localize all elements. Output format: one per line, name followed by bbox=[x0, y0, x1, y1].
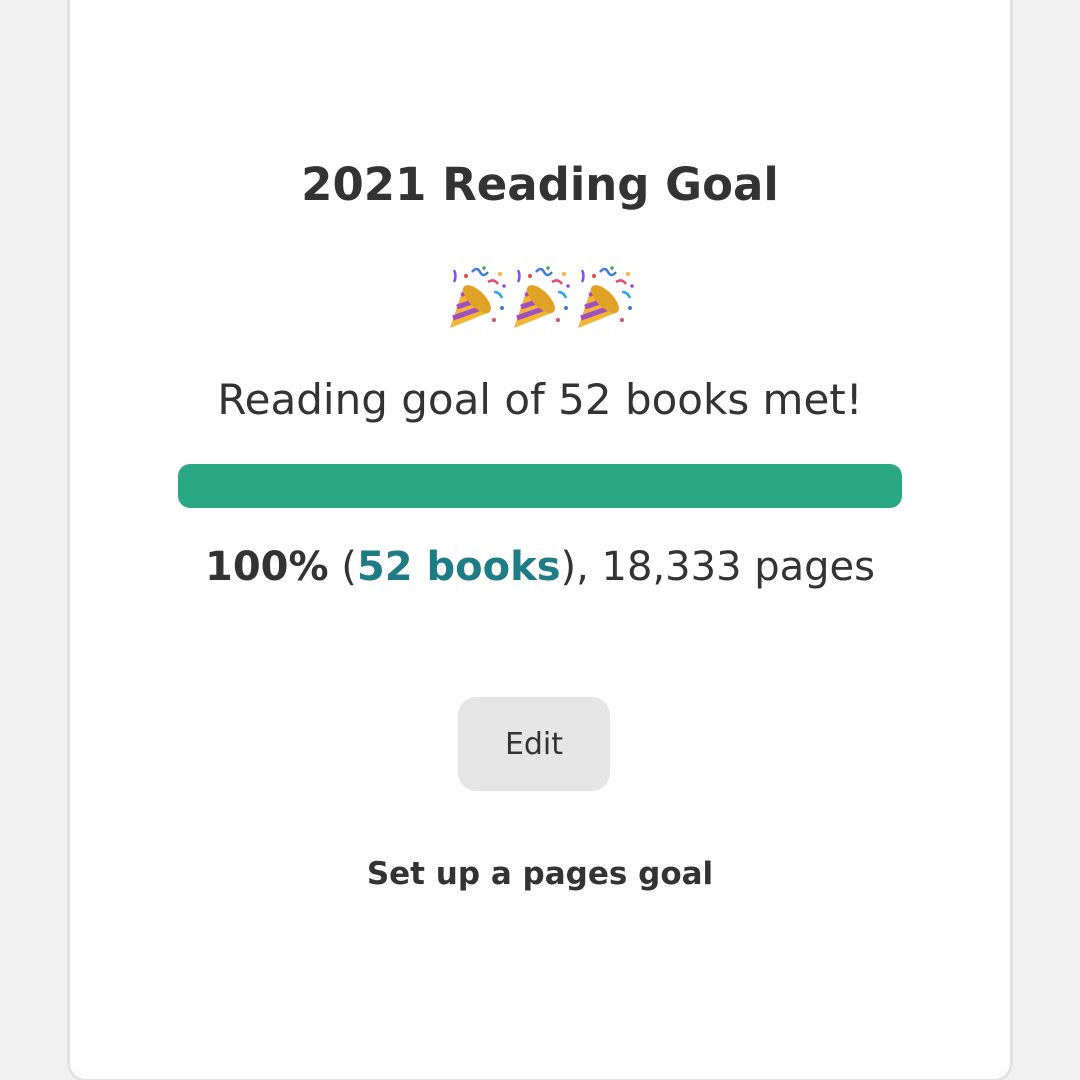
party-popper-icon bbox=[444, 262, 508, 332]
stats-open-paren: ( bbox=[328, 544, 357, 590]
reading-goal-card: 2021 Reading Goal Reading goal of 52 boo… bbox=[70, 0, 1010, 1079]
goal-stats: 100% (52 books), 18,333 pages bbox=[70, 537, 1010, 597]
goal-progress-fill bbox=[178, 464, 902, 508]
stats-pages-text: ), 18,333 pages bbox=[560, 544, 875, 590]
goal-status-text: Reading goal of 52 books met! bbox=[217, 375, 863, 424]
books-read-link[interactable]: 52 books bbox=[357, 544, 561, 590]
goal-progress-bar bbox=[178, 464, 902, 508]
party-popper-icon bbox=[508, 262, 572, 332]
set-up-pages-goal-link[interactable]: Set up a pages goal bbox=[70, 852, 1010, 896]
goal-percent: 100% bbox=[205, 544, 329, 590]
party-popper-icon bbox=[572, 262, 636, 332]
edit-goal-button[interactable]: Edit bbox=[458, 697, 610, 791]
goal-title: 2021 Reading Goal bbox=[301, 158, 779, 211]
celebration-emoji-row bbox=[70, 262, 1010, 332]
